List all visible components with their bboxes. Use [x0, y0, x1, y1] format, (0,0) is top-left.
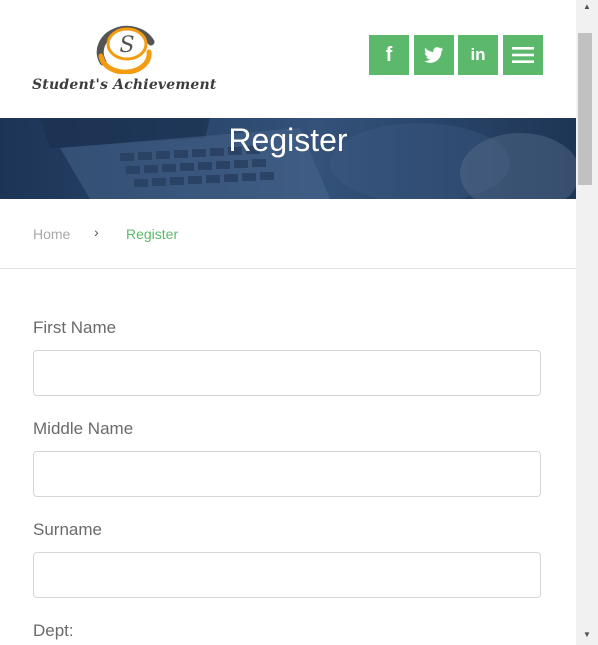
logo-text: Student's Achievement — [32, 77, 217, 93]
first-name-input[interactable] — [33, 350, 541, 396]
twitter-button[interactable] — [414, 35, 454, 75]
page: S Student's Achievement f in Register Ho… — [0, 0, 576, 645]
linkedin-button[interactable]: in — [458, 35, 498, 75]
site-logo[interactable]: S Student's Achievement — [32, 22, 222, 100]
facebook-icon: f — [385, 43, 393, 66]
breadcrumb: Home › Register — [0, 199, 576, 269]
surname-input[interactable] — [33, 552, 541, 598]
dept-label: Dept: — [33, 621, 74, 640]
logo-emblem-icon: S — [96, 25, 155, 74]
breadcrumb-current: Register — [126, 226, 179, 242]
scrollbar-thumb[interactable] — [578, 33, 592, 185]
first-name-label: First Name — [33, 318, 117, 337]
page-scrollbar[interactable]: ▲ ▼ — [576, 0, 598, 645]
chevron-right-icon: › — [94, 224, 99, 240]
surname-label: Surname — [33, 520, 102, 539]
middle-name-input[interactable] — [33, 451, 541, 497]
breadcrumb-home-link[interactable]: Home — [33, 226, 70, 242]
middle-name-label: Middle Name — [33, 419, 134, 438]
facebook-button[interactable]: f — [369, 35, 409, 75]
menu-button[interactable] — [503, 35, 543, 75]
linkedin-icon: in — [470, 45, 486, 64]
logo-letter: S — [119, 33, 134, 58]
scroll-down-arrow-icon[interactable]: ▼ — [576, 630, 598, 644]
twitter-icon — [424, 46, 444, 63]
site-header: S Student's Achievement f in — [0, 0, 576, 118]
scroll-up-arrow-icon[interactable]: ▲ — [576, 2, 598, 16]
hamburger-menu-icon — [512, 47, 534, 63]
page-banner: Register — [0, 118, 576, 199]
page-title: Register — [228, 122, 348, 158]
